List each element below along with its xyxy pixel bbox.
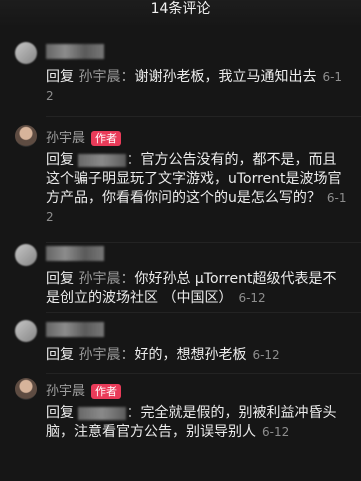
- divider: [46, 373, 361, 374]
- blurred-name: [46, 322, 104, 337]
- author-username[interactable]: 孙宇晨 作者: [46, 380, 122, 399]
- divider: [46, 312, 361, 313]
- divider: [46, 242, 361, 243]
- username-blurred[interactable]: [46, 44, 104, 59]
- author-badge: 作者: [91, 131, 122, 146]
- blurred-name: [46, 44, 104, 59]
- comment-item[interactable]: 回复 孙宇晨：谢谢孙老板，我立马通知出去 6-12: [0, 42, 361, 110]
- reply-label: 回复: [46, 405, 74, 421]
- comment-body[interactable]: 回复 孙宇晨：你好孙总 µTorrent超级代表是不是创立的波场社区 （中国区）…: [46, 270, 348, 308]
- reply-label: 回复: [46, 347, 74, 363]
- comment-body[interactable]: 回复 孙宇晨：好的，想想孙老板 6-12: [46, 346, 348, 365]
- comment-sheet: 14条评论 回复 孙宇晨：谢谢孙老板，我立马通知出去 6-12 孙宇晨 作者 回复 …: [0, 0, 361, 481]
- reply-label: 回复: [46, 271, 74, 287]
- author-avatar[interactable]: [15, 125, 37, 147]
- reply-label: 回复: [46, 152, 74, 168]
- reply-target-blurred[interactable]: [78, 406, 127, 420]
- comment-body[interactable]: 回复 孙宇晨：谢谢孙老板，我立马通知出去 6-12: [46, 68, 348, 106]
- reply-target-name[interactable]: 孙宇晨: [78, 347, 120, 363]
- author-badge: 作者: [91, 384, 122, 399]
- username-blurred[interactable]: [46, 246, 104, 261]
- reply-target-name[interactable]: 孙宇晨: [78, 271, 120, 287]
- divider: [46, 116, 361, 117]
- comment-date: 6-12: [238, 291, 266, 305]
- comment-date: 6-12: [262, 425, 290, 439]
- comment-item[interactable]: 孙宇晨 作者 回复 ：完全就是假的，别被利益冲昏头脑，注意看官方公告，别误导别人 6…: [0, 378, 361, 474]
- author-avatar[interactable]: [15, 378, 37, 400]
- author-username[interactable]: 孙宇晨 作者: [46, 127, 122, 146]
- comment-item[interactable]: 回复 孙宇晨：你好孙总 µTorrent超级代表是不是创立的波场社区 （中国区）…: [0, 244, 361, 308]
- comment-item[interactable]: 回复 孙宇晨：好的，想想孙老板 6-12: [0, 320, 361, 368]
- comments-count-title: 14条评论: [150, 1, 211, 17]
- reply-label: 回复: [46, 69, 74, 85]
- comment-text: 好的，想想孙老板: [134, 347, 247, 363]
- reply-target-blurred[interactable]: [78, 153, 127, 167]
- comment-date: 6-12: [252, 348, 280, 362]
- avatar[interactable]: [15, 42, 37, 64]
- comment-body[interactable]: 回复 ：完全就是假的，别被利益冲昏头脑，注意看官方公告，别误导别人 6-12: [46, 404, 348, 442]
- comment-body[interactable]: 回复 ：官方公告没有的，都不是，而且这个骗子明显玩了文字游戏，uTorrent是…: [46, 151, 348, 227]
- comment-text: 谢谢孙老板，我立马通知出去: [134, 69, 317, 85]
- reply-target-name[interactable]: 孙宇晨: [78, 69, 120, 85]
- avatar[interactable]: [15, 320, 37, 342]
- comment-item[interactable]: 孙宇晨 作者 回复 ：官方公告没有的，都不是，而且这个骗子明显玩了文字游戏，uTo…: [0, 125, 361, 235]
- avatar[interactable]: [15, 244, 37, 266]
- username-blurred[interactable]: [46, 322, 104, 337]
- blurred-name: [46, 246, 104, 261]
- comments-header: 14条评论: [0, 0, 361, 28]
